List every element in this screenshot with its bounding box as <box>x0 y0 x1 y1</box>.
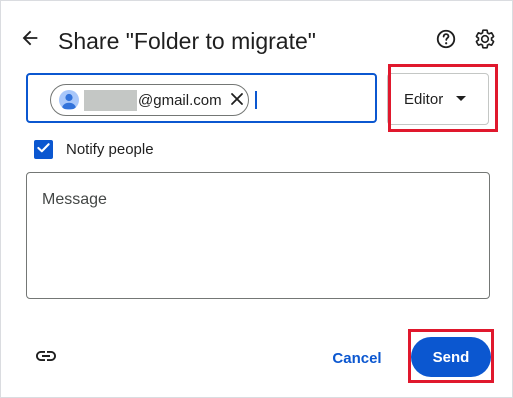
redacted-email-name <box>84 90 137 111</box>
close-icon <box>230 92 244 111</box>
role-dropdown[interactable]: Editor <box>387 73 489 125</box>
check-icon <box>36 140 51 160</box>
send-button[interactable]: Send <box>411 337 491 377</box>
help-icon <box>435 28 457 55</box>
share-dialog: Share "Folder to migrate" @gmail.com Edi… <box>0 0 513 398</box>
notify-label: Notify people <box>66 141 154 158</box>
person-icon <box>59 90 79 110</box>
back-button[interactable] <box>15 25 45 55</box>
gear-icon <box>474 28 496 55</box>
dialog-title: Share "Folder to migrate" <box>58 28 316 54</box>
role-selected-value: Editor <box>404 91 444 108</box>
link-icon <box>34 344 58 373</box>
help-button[interactable] <box>433 28 459 54</box>
message-placeholder: Message <box>42 191 107 208</box>
cancel-button[interactable]: Cancel <box>323 341 391 375</box>
arrow-back-icon <box>19 27 41 54</box>
recipient-chip[interactable]: @gmail.com <box>50 84 249 116</box>
message-textarea[interactable]: Message <box>26 172 490 299</box>
chip-email-domain: @gmail.com <box>138 92 222 109</box>
settings-button[interactable] <box>472 28 498 54</box>
copy-link-button[interactable] <box>33 345 59 371</box>
notify-checkbox[interactable] <box>34 140 53 159</box>
text-caret <box>255 91 257 109</box>
chip-remove-button[interactable] <box>228 92 246 110</box>
recipient-input[interactable]: @gmail.com <box>26 73 377 123</box>
caret-down-icon <box>456 96 466 101</box>
